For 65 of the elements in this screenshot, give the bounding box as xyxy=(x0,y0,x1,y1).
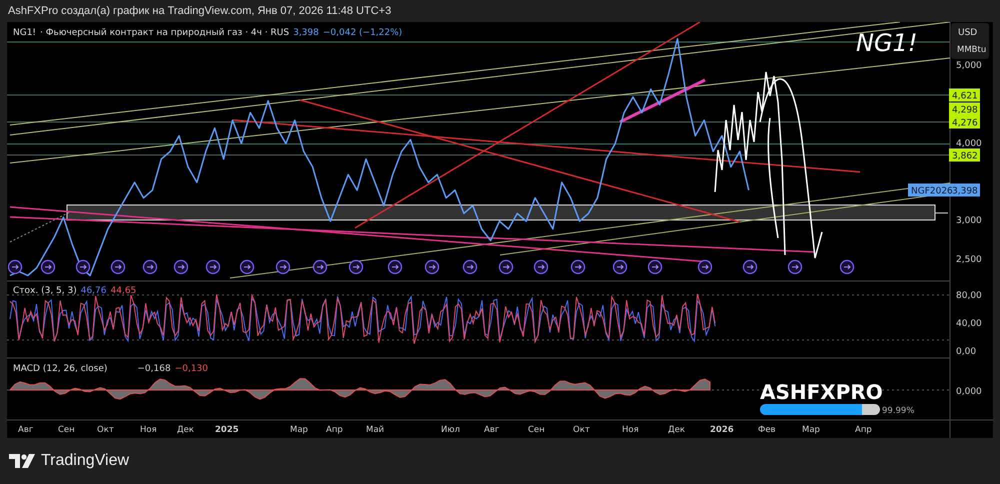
event-icon xyxy=(570,260,586,274)
time-tick: Авг xyxy=(18,425,34,435)
event-icon xyxy=(142,260,158,274)
price-label: 4,276 xyxy=(949,116,980,128)
time-tick: Фев xyxy=(758,425,776,435)
time-tick: Сен xyxy=(58,425,75,435)
time-tick: Апр xyxy=(326,425,343,435)
progress-percent: 99.99% xyxy=(882,406,914,416)
chart-annotation: NG1! xyxy=(856,29,918,57)
time-tick: Мар xyxy=(290,425,308,435)
event-icon xyxy=(648,260,662,274)
event-icon xyxy=(312,260,328,274)
price-tick: 3,000 xyxy=(956,216,982,226)
price-label: 4,621 xyxy=(949,88,980,102)
event-icon xyxy=(612,260,628,274)
event-icon xyxy=(206,260,220,274)
time-tick: Окт xyxy=(97,425,114,435)
event-icon xyxy=(110,260,126,274)
event-icon xyxy=(462,260,478,274)
price-tick: 4,000 xyxy=(956,139,982,149)
time-tick: Сен xyxy=(528,425,545,435)
event-icon xyxy=(698,260,712,274)
time-tick: 2025 xyxy=(215,425,239,435)
event-icon xyxy=(40,260,56,274)
event-icon xyxy=(534,260,548,274)
event-icon xyxy=(498,260,514,274)
footer-brand: TradingView xyxy=(41,452,130,470)
event-icon xyxy=(424,260,440,274)
time-tick: Окт xyxy=(573,425,590,435)
event-icon xyxy=(8,260,22,274)
indicator-tick: 80,00 xyxy=(956,291,982,301)
indicator-tick: 0,000 xyxy=(956,387,982,397)
event-icon xyxy=(348,260,364,274)
event-icon xyxy=(76,260,90,274)
time-tick: Май xyxy=(366,425,384,435)
indicator-tick: 0,00 xyxy=(956,347,976,357)
chart-legend: NG1! · Фьючерсный контракт на природный газ · 4ч · RUS 3,398 −0,042 (−1,22%) xyxy=(13,28,402,38)
price-label: NGF20263,398 xyxy=(908,184,980,196)
time-tick: Мар xyxy=(802,425,820,435)
time-tick: Авг xyxy=(484,425,500,435)
time-tick: Дек xyxy=(668,425,686,435)
unit-label: USD MMBtu xyxy=(951,23,989,59)
price-label: 4,298 xyxy=(949,102,980,116)
indicator-tick: 40,00 xyxy=(956,319,982,329)
time-tick: Апр xyxy=(855,425,872,435)
event-icon xyxy=(240,260,254,274)
time-tick: Июл xyxy=(441,425,460,435)
price-tick: 5,000 xyxy=(956,61,982,71)
tradingview-logo-icon xyxy=(9,454,35,468)
event-icon xyxy=(742,260,758,274)
event-icon xyxy=(788,260,802,274)
event-icon xyxy=(276,260,290,274)
event-icon xyxy=(840,260,854,274)
time-tick: 2026 xyxy=(710,425,734,435)
indicator-legend: MACD (12, 26, close) −0,168 −0,130 xyxy=(13,364,208,374)
event-icon xyxy=(174,260,188,274)
brand-logo: ASHFXPRO xyxy=(760,380,883,404)
time-tick: Дек xyxy=(177,425,194,435)
chart-credit: AshFXPro создал(а) график на TradingView.com, Янв 07, 2026 11:48 UTC+3 xyxy=(8,5,392,17)
time-tick: Ноя xyxy=(622,425,639,435)
price-tick: 2,500 xyxy=(956,255,982,265)
indicator-legend: Стох. (3, 5, 3) 46,76 44,65 xyxy=(13,286,136,296)
price-label: 3,862 xyxy=(949,148,980,162)
time-tick: Ноя xyxy=(140,425,157,435)
event-icon xyxy=(388,260,402,274)
